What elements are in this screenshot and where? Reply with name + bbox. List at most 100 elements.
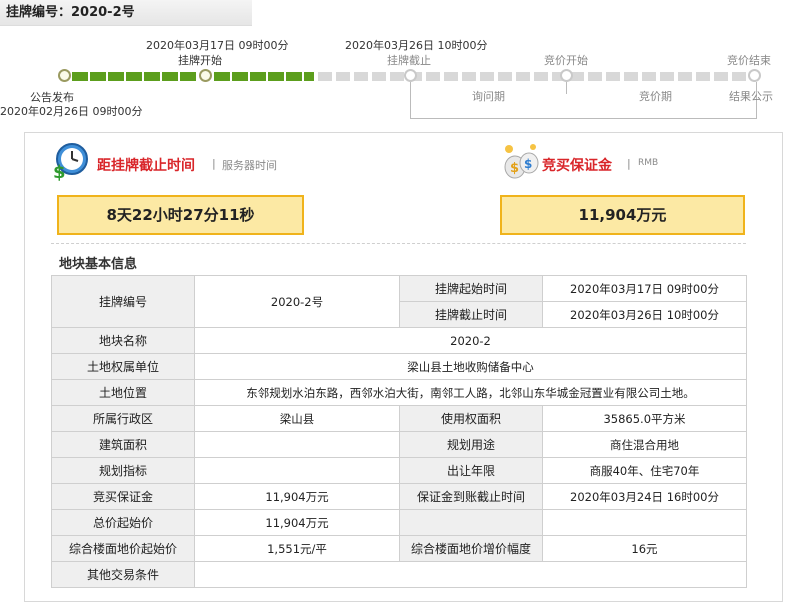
- row-value-location: 东邻规划水泊东路，西邻水泊大街，南邻工人路，北邻山东华城金冠置业有限公司土地。: [194, 379, 747, 406]
- table-row: 地块名称 2020-2: [51, 327, 747, 354]
- progress-segment: [144, 72, 160, 81]
- countdown-title: 距挂牌截止时间: [97, 158, 195, 174]
- progress-segment: [732, 72, 746, 81]
- row-value-empty: [542, 509, 747, 536]
- section-title: 地块基本信息: [59, 257, 138, 272]
- clock-money-icon: $: [53, 143, 88, 181]
- deposit-title: 竞买保证金: [542, 158, 612, 174]
- progress-segment: [286, 72, 302, 81]
- row-label-land-use: 规划用途: [399, 431, 543, 458]
- row-value-area: 35865.0平方米: [542, 405, 747, 432]
- table-row: 其他交易条件: [51, 561, 747, 588]
- table-row: 总价起始价 11,904万元: [51, 509, 747, 536]
- row-value-listing-start: 2020年03月17日 09时00分: [542, 275, 747, 302]
- progress-segment: [606, 72, 620, 81]
- table-row: 综合楼面地价起始价 1,551元/平 综合楼面地价增价幅度 16元: [51, 535, 747, 562]
- table-row: 建筑面积 规划用途 商住混合用地: [51, 431, 747, 458]
- svg-text:$: $: [524, 157, 532, 171]
- row-value-deposit: 11,904万元: [194, 483, 400, 510]
- progress-segment: [162, 72, 178, 81]
- bid-end-node: [748, 69, 761, 82]
- table-row: 土地位置 东邻规划水泊东路，西邻水泊大街，南邻工人路，北邻山东华城金冠置业有限公…: [51, 379, 747, 406]
- svg-text:$: $: [510, 161, 519, 176]
- end-time: 2020年03月26日 10时00分: [345, 39, 488, 52]
- page-title: 挂牌编号：2020-2号: [0, 0, 252, 26]
- countdown-separator: |: [212, 157, 216, 170]
- table-row: 挂牌编号 2020-2号 挂牌起始时间 2020年03月17日 09时00分: [51, 275, 747, 328]
- deposit-subtitle: RMB: [638, 158, 659, 168]
- countdown-subtitle: 服务器时间: [222, 159, 277, 172]
- progress-segment: [250, 72, 266, 81]
- progress-segment: [336, 72, 350, 81]
- period-bracket: [410, 82, 757, 119]
- progress-segment: [214, 72, 230, 81]
- row-label-floor-price: 综合楼面地价起始价: [51, 535, 195, 562]
- row-label-listing-no: 挂牌编号: [51, 275, 195, 328]
- row-value-deposit-deadline: 2020年03月24日 16时00分: [542, 483, 747, 510]
- start-time: 2020年03月17日 09时00分: [146, 39, 289, 52]
- row-label-deposit: 竞买保证金: [51, 483, 195, 510]
- row-label-start-price: 总价起始价: [51, 509, 195, 536]
- table-row: 土地权属单位 梁山县土地收购储备中心: [51, 353, 747, 380]
- result-label: 结果公示: [729, 90, 773, 103]
- row-value-start-price: 11,904万元: [194, 509, 400, 536]
- progress-segment: [678, 72, 692, 81]
- row-value-term: 商服40年、住宅70年: [542, 457, 747, 484]
- table-row: 所属行政区 梁山县 使用权面积 35865.0平方米: [51, 405, 747, 432]
- divider: [51, 243, 746, 244]
- progress-segment: [426, 72, 440, 81]
- progress-segment: [660, 72, 674, 81]
- table-row: 竞买保证金 11,904万元 保证金到账截止时间 2020年03月24日 16时…: [51, 483, 747, 510]
- row-label-term: 出让年限: [399, 457, 543, 484]
- progress-segment: [642, 72, 656, 81]
- table-row: 规划指标 出让年限 商服40年、住宅70年: [51, 457, 747, 484]
- row-label-owner: 土地权属单位: [51, 353, 195, 380]
- progress-segment: [318, 72, 332, 81]
- bidding-label: 竞价期: [639, 90, 672, 103]
- row-value-floor-area: [194, 431, 400, 458]
- progress-segment: [180, 72, 196, 81]
- bid-start-label: 竞价开始: [544, 54, 588, 67]
- progress-segment: [498, 72, 512, 81]
- row-label-deposit-deadline: 保证金到账截止时间: [399, 483, 543, 510]
- row-value-other-conditions: [194, 561, 747, 588]
- progress-segment: [696, 72, 710, 81]
- bid-end-label: 竞价结束: [727, 54, 771, 67]
- row-value-land-use: 商住混合用地: [542, 431, 747, 458]
- progress-segment: [268, 72, 284, 81]
- row-value-parcel-name: 2020-2: [194, 327, 747, 354]
- info-table: 挂牌编号 2020-2号 挂牌起始时间 2020年03月17日 09时00分 挂…: [51, 275, 747, 588]
- end-node: [404, 69, 417, 82]
- publish-node: [58, 69, 71, 82]
- progress-segment: [588, 72, 602, 81]
- progress-segment: [624, 72, 638, 81]
- progress-segment: [714, 72, 728, 81]
- publish-time: 2020年02月26日 09时00分: [0, 105, 143, 118]
- row-label-parcel-name: 地块名称: [51, 327, 195, 354]
- row-label-price-increment: 综合楼面地价增价幅度: [399, 535, 543, 562]
- progress-segment: [72, 72, 88, 81]
- inquiry-label: 询问期: [472, 90, 505, 103]
- row-label-floor-area: 建筑面积: [51, 431, 195, 458]
- row-value-planning-index: [194, 457, 400, 484]
- start-label: 挂牌开始: [178, 54, 222, 67]
- progress-segment: [90, 72, 106, 81]
- row-label-district: 所属行政区: [51, 405, 195, 432]
- start-node: [199, 69, 212, 82]
- row-label-listing-start: 挂牌起始时间: [399, 275, 543, 302]
- row-label-listing-end: 挂牌截止时间: [399, 301, 543, 328]
- row-label-empty: [399, 509, 543, 536]
- progress-segment: [232, 72, 248, 81]
- progress-segment: [108, 72, 124, 81]
- row-value-floor-price: 1,551元/平: [194, 535, 400, 562]
- progress-segment: [444, 72, 458, 81]
- row-value-district: 梁山县: [194, 405, 400, 432]
- row-label-area: 使用权面积: [399, 405, 543, 432]
- row-value-owner: 梁山县土地收购储备中心: [194, 353, 747, 380]
- row-value-listing-end: 2020年03月26日 10时00分: [542, 301, 747, 328]
- row-label-other-conditions: 其他交易条件: [51, 561, 195, 588]
- deposit-separator: |: [627, 157, 631, 170]
- row-label-planning-index: 规划指标: [51, 457, 195, 484]
- row-value-price-increment: 16元: [542, 535, 747, 562]
- progress-segment: [390, 72, 404, 81]
